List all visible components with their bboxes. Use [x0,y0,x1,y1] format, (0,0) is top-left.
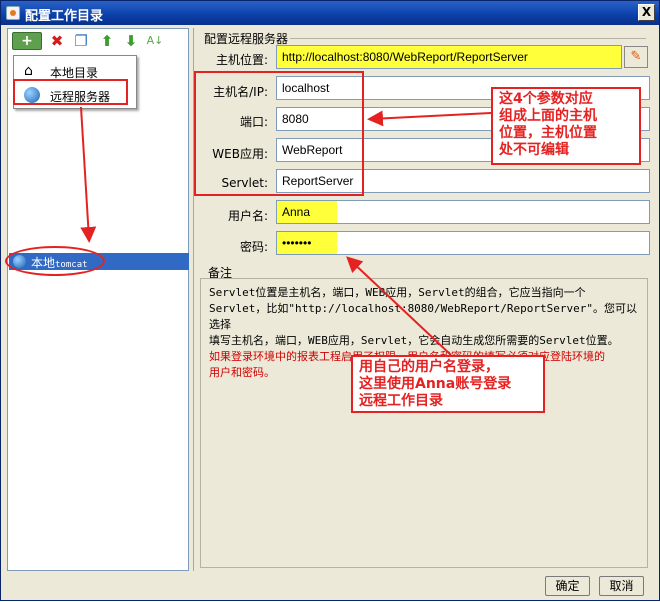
move-up-icon[interactable]: ⬆ [98,32,116,50]
password-label: 密码: [239,240,268,254]
annotation-note-params: 这4个参数对应 组成上面的主机 位置，主机位置 处不可编辑 [491,87,641,165]
group-divider [290,38,646,39]
memo-text: Servlet位置是主机名，端口，WEB应用，Servlet的组合，它应当指向一… [200,278,648,568]
username-label: 用户名: [227,209,268,223]
config-workdir-dialog: 配置工作目录 X + ✖ ❐ ⬆ ⬇ A↓ 本地tomcat ⌂ 本地目录 远程… [0,0,660,601]
home-icon: ⌂ [24,63,33,79]
memo-line: Servlet位置是主机名，端口，WEB应用，Servlet的组合，它应当指向一… [209,286,586,299]
annotation-highlight-four-params [194,71,364,196]
memo-line: 填写主机名，端口，WEB应用，Servlet，它会自动生成您所需要的Servle… [209,334,619,347]
memo-line: Servlet，比如"http://localhost:8080/WebRepo… [209,302,637,331]
add-dropdown-button[interactable]: + [12,32,42,50]
annotation-text: 处不可编辑 [499,142,569,158]
sort-icon[interactable]: A↓ [146,32,164,50]
window-title: 配置工作目录 [25,9,104,24]
annotation-ellipse-tomcat [5,246,105,276]
copy-icon[interactable]: ❐ [72,32,90,50]
tree-toolbar: + ✖ ❐ ⬆ ⬇ A↓ [8,29,188,53]
ok-button[interactable]: 确定 [545,576,590,596]
annotation-highlight-remote-server [13,79,128,105]
cancel-button[interactable]: 取消 [599,576,644,596]
move-down-icon[interactable]: ⬇ [122,32,140,50]
app-icon [6,6,20,20]
annotation-text: 组成上面的主机 [499,108,597,124]
annotation-text: 这里使用Anna账号登录 [359,376,512,392]
annotation-note-login: 用自己的用户名登录， 这里使用Anna账号登录 远程工作目录 [351,355,545,413]
username-field[interactable]: Anna [276,200,650,224]
host-location-field: http://localhost:8080/WebReport/ReportSe… [276,45,622,69]
annotation-text: 位置，主机位置 [499,125,597,141]
password-field[interactable]: ••••••• [276,231,650,255]
annotation-text: 远程工作目录 [359,393,443,409]
close-button[interactable]: X [638,4,655,21]
title-bar: 配置工作目录 X [1,1,659,25]
workdir-tree-panel: + ✖ ❐ ⬆ ⬇ A↓ 本地tomcat [7,28,189,571]
host-label: 主机位置: [215,53,268,67]
annotation-text: 这4个参数对应 [499,91,593,107]
annotation-text: 用自己的用户名登录， [359,359,499,375]
delete-icon[interactable]: ✖ [48,32,66,50]
browse-icon[interactable]: ✎ [624,46,648,68]
